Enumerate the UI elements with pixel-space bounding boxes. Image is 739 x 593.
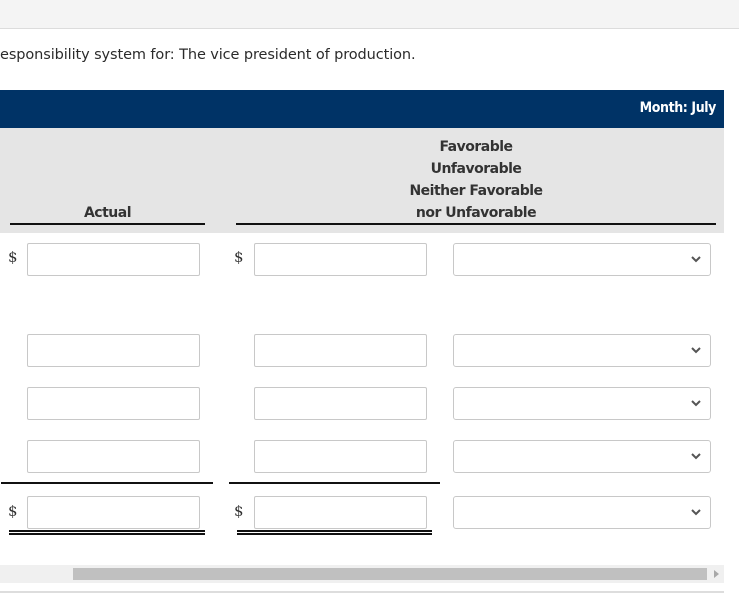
subtotal-rule-actual (1, 482, 213, 484)
status-line-unfavorable: Unfavorable (430, 161, 522, 177)
column-header-actual: Actual (83, 205, 132, 221)
actual-input-row-1[interactable] (27, 243, 200, 276)
status-line-nor: nor Unfavorable (415, 205, 537, 221)
chevron-down-icon (691, 453, 701, 460)
dollar-sign: $ (8, 502, 18, 520)
table-header-bar: Month: July (0, 90, 724, 128)
actual-input-row-3[interactable] (27, 387, 200, 420)
actual-input-row-4[interactable] (27, 440, 200, 473)
dollar-sign: $ (8, 248, 18, 266)
subtotal-rule-variance (229, 482, 440, 484)
variance-input-total[interactable] (254, 496, 427, 529)
horizontal-scrollbar[interactable] (0, 565, 724, 583)
variance-input-row-1[interactable] (254, 243, 427, 276)
column-rule-status (236, 223, 716, 225)
actual-input-total[interactable] (27, 496, 200, 529)
column-header-row: Actual Favorable Unfavorable Neither Fav… (0, 128, 724, 233)
variance-input-row-4[interactable] (254, 440, 427, 473)
total-double-rule-variance (237, 530, 432, 535)
variance-input-row-2[interactable] (254, 334, 427, 367)
chevron-down-icon (691, 509, 701, 516)
chevron-down-icon (691, 400, 701, 407)
column-rule-actual (10, 223, 205, 225)
scroll-right-arrow-icon[interactable] (714, 570, 719, 578)
actual-input-row-2[interactable] (27, 334, 200, 367)
chevron-down-icon (691, 256, 701, 263)
dollar-sign: $ (234, 502, 244, 520)
scrollbar-thumb[interactable] (73, 568, 707, 580)
status-select-row-4[interactable] (453, 440, 711, 473)
status-select-total[interactable] (453, 496, 711, 529)
status-line-neither: Neither Favorable (409, 183, 543, 199)
status-line-favorable: Favorable (439, 139, 513, 155)
month-label: Month: July (639, 100, 717, 116)
status-select-row-2[interactable] (453, 334, 711, 367)
column-header-status: Favorable Unfavorable Neither Favorable … (236, 136, 716, 224)
question-prompt: esponsibility system for: The vice presi… (0, 47, 416, 63)
chevron-down-icon (691, 347, 701, 354)
status-select-row-3[interactable] (453, 387, 711, 420)
dollar-sign: $ (234, 248, 244, 266)
total-double-rule-actual (9, 530, 205, 535)
top-band (0, 0, 739, 29)
variance-input-row-3[interactable] (254, 387, 427, 420)
status-select-row-1[interactable] (453, 243, 711, 276)
